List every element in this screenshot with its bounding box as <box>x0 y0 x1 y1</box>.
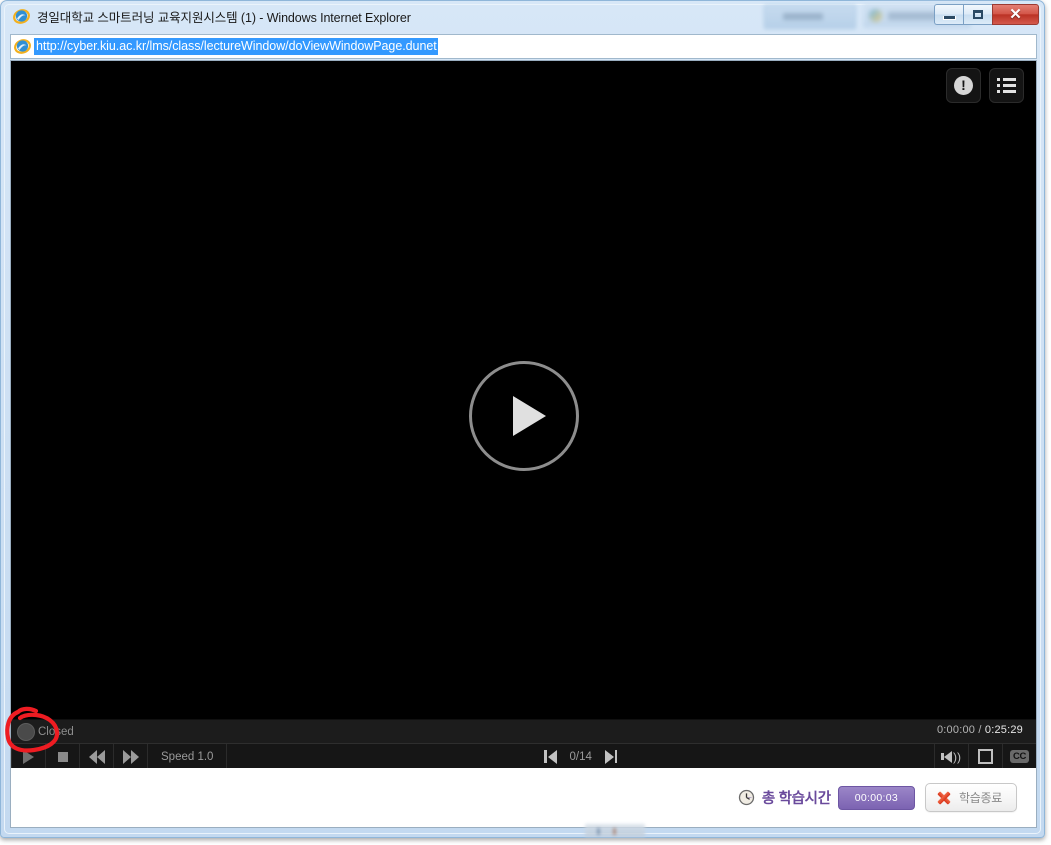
play-overlay-button[interactable] <box>468 361 579 471</box>
video-stage[interactable]: ! <box>11 61 1036 719</box>
ghost-search-box <box>764 5 856 29</box>
close-button[interactable]: ✕ <box>992 3 1039 25</box>
page-content: ! Closed 0:00:00 / 0:25:29 Speed 1.0 0/1… <box>10 60 1037 828</box>
study-time-label: 총 학습시간 <box>761 791 831 807</box>
minimize-icon <box>942 15 956 20</box>
fullscreen-button[interactable] <box>968 744 1002 769</box>
alert-icon[interactable]: ! <box>946 68 981 103</box>
study-time-value: 00:00:03 <box>837 785 916 810</box>
ghost-bottom-element <box>585 824 645 837</box>
speed-button[interactable]: Speed 1.0 <box>148 744 228 769</box>
fast-forward-button[interactable] <box>114 744 148 769</box>
alert-glyph: ! <box>954 76 973 95</box>
alert-glyph-text: ! <box>961 76 966 93</box>
internet-explorer-icon <box>13 8 30 25</box>
close-icon: ✕ <box>1009 5 1022 23</box>
caption-toggle-knob <box>17 723 35 741</box>
address-bar-ie-icon <box>14 38 31 55</box>
speed-label: Speed 1.0 <box>161 750 214 763</box>
total-time: 0:25:29 <box>984 724 1023 736</box>
study-time-group: 총 학습시간 00:00:03 <box>738 785 916 810</box>
window-controls: ✕ <box>934 3 1039 25</box>
timecode-display: 0:00:00 / 0:25:29 <box>937 724 1023 736</box>
maximize-icon <box>973 9 983 19</box>
rewind-button[interactable] <box>80 744 114 769</box>
volume-button[interactable]: )) <box>934 744 968 769</box>
player-right-controls: )) CC <box>934 744 1036 769</box>
fast-forward-icon <box>122 749 139 764</box>
close-x-icon <box>936 790 951 805</box>
study-status-bar: 총 학습시간 00:00:03 학습종료 <box>11 768 1036 827</box>
maximize-button[interactable] <box>963 3 992 25</box>
end-study-button[interactable]: 학습종료 <box>925 783 1017 812</box>
time-separator: / <box>978 724 982 736</box>
playlist-icon[interactable] <box>989 68 1024 103</box>
page-indicator: 0/14 <box>569 750 592 763</box>
caption-toggle-label: Closed <box>38 726 74 738</box>
fullscreen-icon <box>978 749 994 764</box>
title-bar[interactable]: 경일대학교 스마트러닝 교육지원시스템 (1) - Windows Intern… <box>1 1 1044 34</box>
end-study-label: 학습종료 <box>959 791 1002 805</box>
url-text[interactable]: http://cyber.kiu.ac.kr/lms/class/lecture… <box>34 38 438 55</box>
browser-window: 경일대학교 스마트러닝 교육지원시스템 (1) - Windows Intern… <box>0 0 1045 838</box>
clock-icon <box>738 789 755 806</box>
player-top-icons: ! <box>946 68 1024 103</box>
control-spacer-left <box>227 744 544 769</box>
address-bar[interactable]: http://cyber.kiu.ac.kr/lms/class/lecture… <box>10 34 1037 59</box>
rewind-icon <box>88 749 105 764</box>
stop-button[interactable] <box>46 744 80 769</box>
window-title: 경일대학교 스마트러닝 교육지원시스템 (1) - Windows Intern… <box>37 11 411 25</box>
caption-toggle[interactable]: Closed <box>17 723 74 741</box>
progress-bar-row[interactable]: Closed 0:00:00 / 0:25:29 <box>11 719 1036 744</box>
title-bar-left: 경일대학교 스마트러닝 교육지원시스템 (1) - Windows Intern… <box>13 7 411 26</box>
minimize-button[interactable] <box>934 3 963 25</box>
cc-icon: CC <box>1009 749 1030 764</box>
playlist-glyph <box>997 78 1016 93</box>
player-control-bar: Speed 1.0 0/14 )) CC <box>11 743 1036 769</box>
play-icon <box>23 749 34 764</box>
stop-icon <box>57 751 68 762</box>
next-page-button[interactable] <box>604 749 618 764</box>
current-time: 0:00:00 <box>936 724 976 736</box>
page-navigation: 0/14 <box>544 744 618 769</box>
previous-page-button[interactable] <box>544 749 557 764</box>
play-triangle-icon <box>512 396 546 436</box>
control-spacer-right <box>617 744 934 769</box>
volume-icon: )) <box>941 750 961 763</box>
closed-caption-button[interactable]: CC <box>1002 744 1036 769</box>
play-button[interactable] <box>11 744 46 769</box>
video-player: ! Closed 0:00:00 / 0:25:29 Speed 1.0 0/1… <box>11 61 1036 769</box>
